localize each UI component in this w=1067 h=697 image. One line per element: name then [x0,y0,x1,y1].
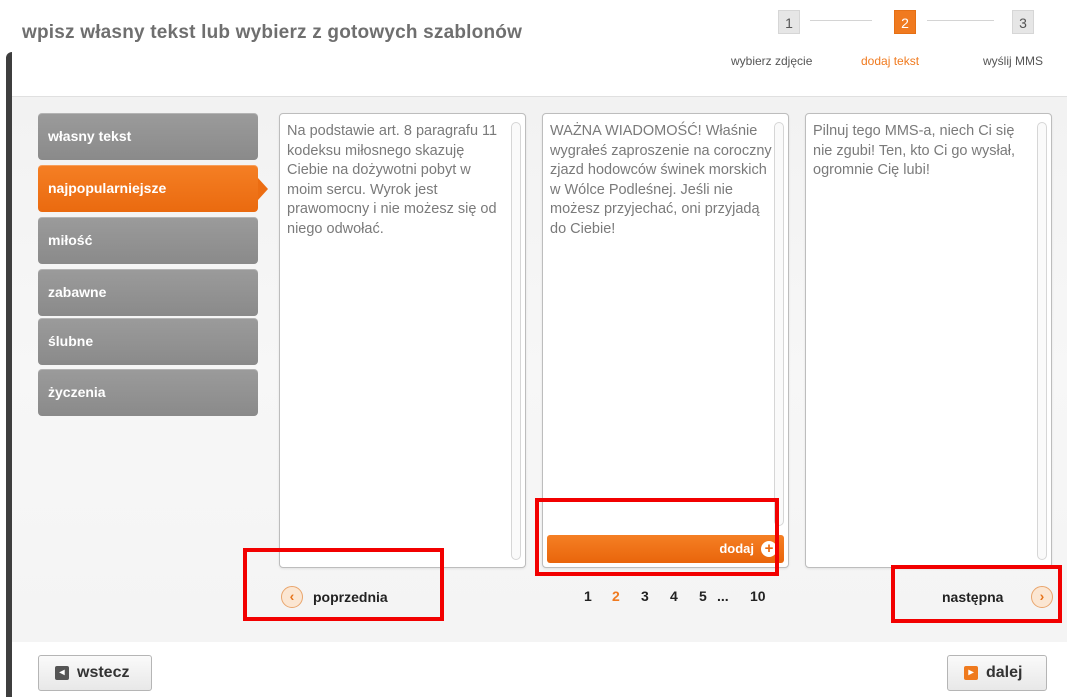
category-milosc[interactable]: miłość [38,217,258,264]
step-3-label: wyślij MMS [983,54,1043,68]
scrollbar[interactable] [511,122,521,560]
back-button[interactable]: ◂ wstecz [38,655,152,691]
scrollbar[interactable] [1037,122,1047,560]
page-link[interactable]: 5 [699,588,707,604]
category-zabawne[interactable]: zabawne [38,269,258,316]
back-button-label: wstecz [77,664,130,681]
step-connector [927,20,994,21]
page-link[interactable]: 1 [584,588,592,604]
template-card[interactable]: Pilnuj tego MMS-a, niech Ci się nie zgub… [805,113,1052,568]
forward-icon: ▸ [964,666,978,680]
category-slubne[interactable]: ślubne [38,318,258,365]
template-text: WAŻNA WIADOMOŚĆ! Właśnie wygrałeś zapros… [550,123,772,237]
step-2-number: 2 [894,10,916,34]
next-button-label: dalej [986,664,1023,681]
template-text: Na podstawie art. 8 paragrafu 11 kodeksu… [287,123,498,237]
step-3-number: 3 [1012,10,1034,34]
back-icon: ◂ [55,666,69,680]
page-link-current[interactable]: 2 [612,588,620,604]
mms-editor-page: wpisz własny tekst lub wybierz z gotowyc… [0,0,1067,697]
template-text: Pilnuj tego MMS-a, niech Ci się nie zgub… [813,123,1016,179]
page-link[interactable]: 10 [750,588,766,604]
step-connector [810,20,872,21]
next-button[interactable]: ▸ dalej [947,655,1047,691]
highlight-box [535,498,779,576]
category-najpopularniejsze[interactable]: najpopularniejsze [38,165,268,212]
step-1-number: 1 [778,10,800,34]
highlight-box [243,548,444,621]
page-title: wpisz własny tekst lub wybierz z gotowyc… [22,22,523,43]
template-card[interactable]: Na podstawie art. 8 paragrafu 11 kodeksu… [279,113,526,568]
step-2-label: dodaj tekst [861,54,920,68]
step-1-label: wybierz zdjęcie [731,54,813,68]
page-ellipsis: ... [717,588,729,604]
scrollbar[interactable] [774,122,784,526]
category-wlasny-tekst[interactable]: własny tekst [38,113,258,160]
category-zyczenia[interactable]: życzenia [38,369,258,416]
highlight-box [891,565,1062,623]
page-link[interactable]: 4 [670,588,678,604]
page-link[interactable]: 3 [641,588,649,604]
